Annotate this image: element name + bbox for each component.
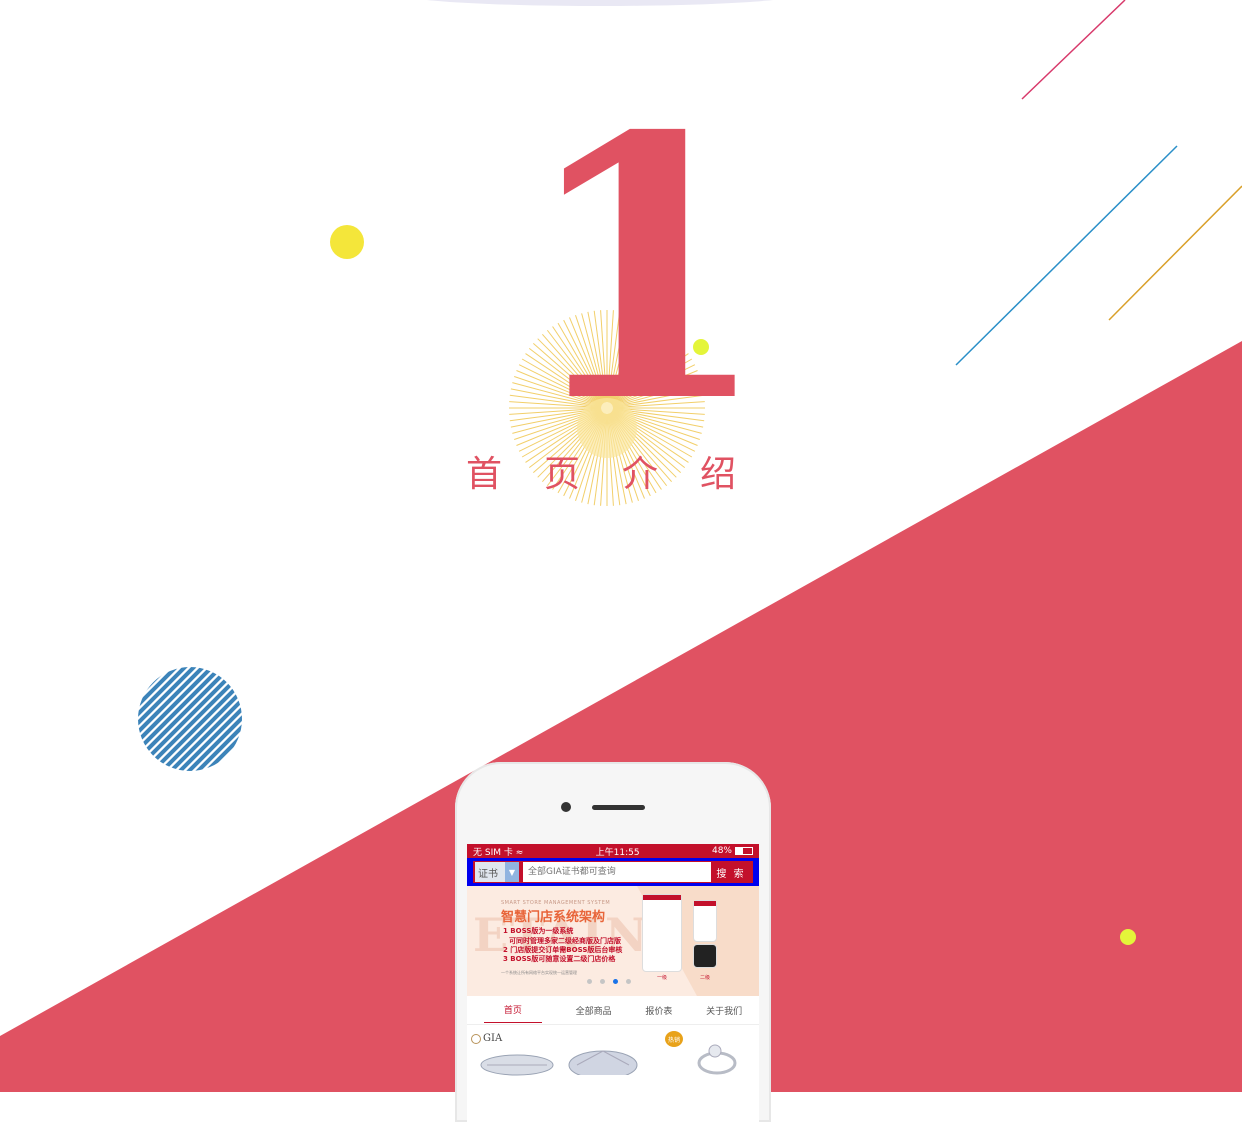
label-level2: 二级	[700, 975, 711, 981]
diamond-cluster-image[interactable]	[567, 1045, 647, 1075]
chevron-down-icon: ▼	[505, 862, 519, 882]
stripe-line	[138, 667, 242, 771]
title-char-2: 页	[543, 454, 580, 495]
carousel-dot[interactable]	[626, 979, 631, 984]
mini-phone-level1	[642, 894, 682, 972]
mini-phone-level2	[693, 900, 717, 942]
camera-icon	[561, 802, 571, 812]
status-time: 上午11:55	[595, 847, 640, 858]
phone-mockup: 无 SIM 卡 ≈ 上午11:55 48% 证书 ▼ 搜 索 ETAIN SMA…	[455, 762, 771, 1122]
carrier-label: 无 SIM 卡	[473, 847, 516, 858]
diamond-image[interactable]	[477, 1047, 557, 1077]
nav-tabs: 首页 全部商品 报价表 关于我们	[467, 996, 759, 1025]
carousel-dot[interactable]	[600, 979, 605, 984]
search-bar-inner: 证书 ▼ 搜 索	[473, 861, 753, 883]
banner-line-4: 3 BOSS版可随意设置二级门店价格	[503, 955, 616, 963]
carousel-dots[interactable]	[587, 979, 631, 984]
battery-indicator: 48%	[712, 846, 753, 856]
stripe-line	[222, 667, 242, 771]
stripe-line	[138, 667, 152, 771]
tab-about-us[interactable]: 关于我们	[706, 998, 742, 1023]
carousel-dot-active[interactable]	[613, 979, 618, 984]
status-bar: 无 SIM 卡 ≈ 上午11:55 48%	[467, 844, 759, 858]
tab-all-products[interactable]: 全部商品	[576, 998, 612, 1023]
banner-title: 智慧门店系统架构	[501, 910, 606, 925]
gold-diagonal-line	[1108, 185, 1242, 321]
title-char-1: 首	[466, 454, 503, 495]
blue-diagonal-line	[955, 145, 1178, 366]
yellow-dot	[330, 225, 364, 259]
banner-footer: 一个系统让所有网络平台实现统一运营管理	[501, 970, 577, 975]
phone-screen: 无 SIM 卡 ≈ 上午11:55 48% 证书 ▼ 搜 索 ETAIN SMA…	[467, 844, 759, 1122]
battery-percent: 48%	[711, 846, 732, 856]
carousel-dot[interactable]	[587, 979, 592, 984]
product-area: GIA 热销	[467, 1025, 759, 1095]
carrier-text: 无 SIM 卡 ≈	[473, 845, 523, 858]
category-select[interactable]: 证书 ▼	[475, 862, 519, 882]
gia-logo: GIA	[471, 1033, 502, 1044]
banner-diagonal-shape	[637, 886, 759, 996]
mini-phone-level2-dark	[693, 944, 717, 968]
stripe-line	[138, 667, 161, 771]
section-title: 首 页 介 绍	[466, 446, 736, 496]
search-button[interactable]: 搜 索	[711, 862, 751, 882]
tab-home[interactable]: 首页	[483, 997, 542, 1023]
gia-seal-icon	[471, 1033, 481, 1044]
speaker-grille	[592, 805, 645, 810]
category-label: 证书	[478, 868, 498, 880]
title-char-4: 绍	[699, 454, 736, 495]
top-shadow-arc	[426, 0, 774, 6]
tab-price-list[interactable]: 报价表	[645, 998, 672, 1023]
battery-icon	[735, 846, 753, 855]
ring-image[interactable]	[687, 1039, 747, 1075]
section-number: 1	[520, 58, 771, 481]
label-level1: 一级	[657, 975, 668, 981]
striped-circle	[138, 667, 242, 771]
hot-badge: 热销	[665, 1031, 683, 1047]
lime-dot-bottom	[1120, 929, 1136, 945]
banner-line-1: 1 BOSS版为一级系统	[503, 927, 574, 935]
pink-diagonal-line	[1021, 0, 1126, 100]
gia-label: GIA	[483, 1033, 503, 1044]
search-bar: 证书 ▼ 搜 索	[467, 858, 759, 886]
title-char-3: 介	[621, 454, 658, 495]
wifi-icon: ≈	[515, 847, 524, 858]
promo-banner[interactable]: ETAIN SMART STORE MANAGEMENT SYSTEM 智慧门店…	[467, 886, 759, 996]
search-input[interactable]	[523, 862, 711, 882]
